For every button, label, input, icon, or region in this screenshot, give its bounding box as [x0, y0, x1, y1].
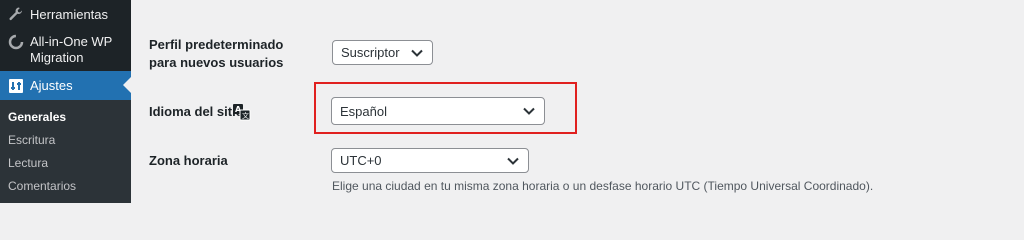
- wrench-icon: [6, 4, 26, 24]
- highlight-box: [314, 82, 577, 134]
- sidebar-item-label: Ajustes: [30, 77, 73, 93]
- timezone-select[interactable]: UTC+0: [331, 148, 529, 173]
- svg-text:文: 文: [242, 111, 249, 120]
- active-menu-arrow: [123, 77, 131, 93]
- migration-icon: [6, 32, 26, 52]
- default-role-select[interactable]: Suscriptor: [332, 40, 433, 65]
- default-role-value: Suscriptor: [341, 45, 400, 60]
- timezone-value: UTC+0: [340, 153, 382, 168]
- sidebar-item-ajustes[interactable]: Ajustes: [0, 71, 131, 100]
- translation-icon: A 文: [233, 104, 251, 121]
- chevron-down-icon: [507, 157, 519, 165]
- submenu-item-comentarios[interactable]: Comentarios: [8, 179, 76, 193]
- sidebar-item-all-in-one-wp-migration[interactable]: All-in-One WP Migration: [0, 32, 131, 70]
- submenu-item-generales[interactable]: Generales: [8, 110, 66, 124]
- admin-sidebar: Herramientas All-in-One WP Migration Aju…: [0, 0, 131, 203]
- sidebar-item-label: All-in-One WP Migration: [30, 34, 113, 65]
- site-language-label: Idioma del sitio: [149, 104, 244, 119]
- submenu-item-escritura[interactable]: Escritura: [8, 133, 55, 147]
- chevron-down-icon: [411, 49, 423, 57]
- settings-icon: [6, 76, 26, 96]
- submenu-item-lectura[interactable]: Lectura: [8, 156, 48, 170]
- timezone-description: Elige una ciudad en tu misma zona horari…: [332, 179, 874, 193]
- default-role-label: Perfil predeterminado para nuevos usuari…: [149, 37, 284, 70]
- sidebar-submenu: Generales Escritura Lectura Comentarios: [0, 100, 131, 203]
- timezone-label: Zona horaria: [149, 153, 228, 168]
- sidebar-item-herramientas[interactable]: Herramientas: [0, 4, 131, 26]
- sidebar-item-label: Herramientas: [30, 7, 109, 22]
